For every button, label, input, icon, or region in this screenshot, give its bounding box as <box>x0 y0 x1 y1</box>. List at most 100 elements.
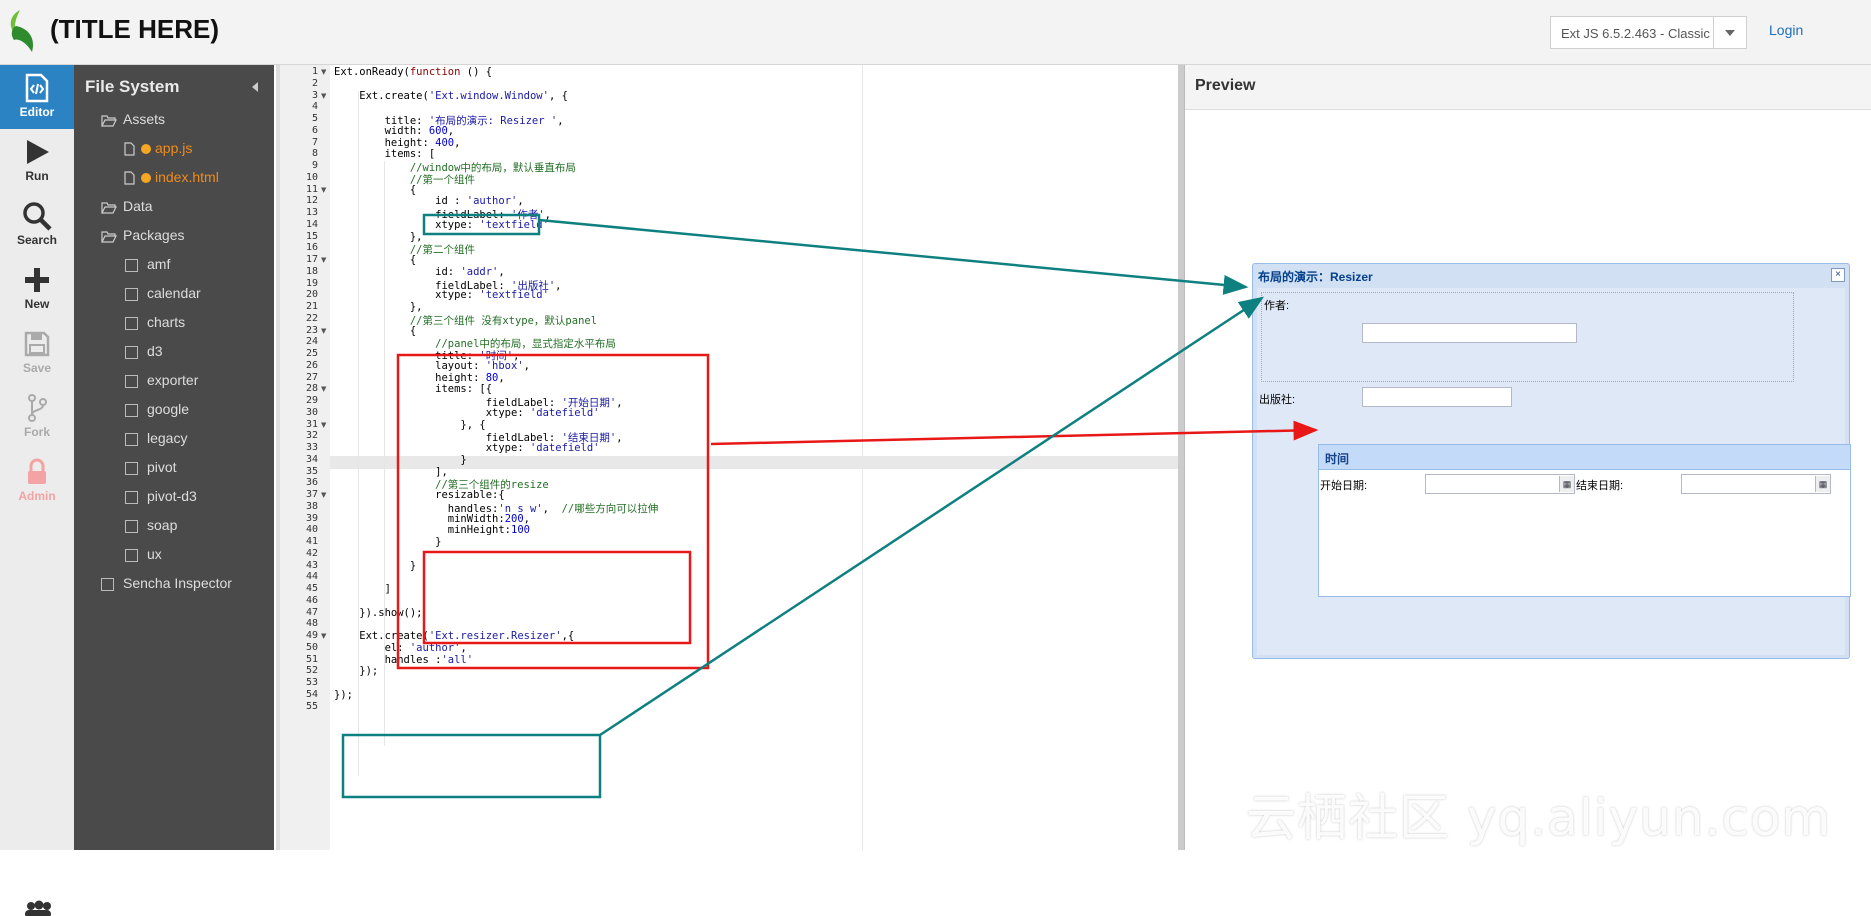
package-item[interactable]: legacy <box>125 430 187 452</box>
fold-toggle-icon[interactable]: ▼ <box>321 92 326 100</box>
code-line: layout: 'hbox', <box>334 359 530 372</box>
tree-file-index-html[interactable]: index.html <box>124 169 219 191</box>
checkbox[interactable] <box>125 461 138 475</box>
publisher-input[interactable] <box>1362 387 1512 407</box>
line-number: 20 <box>305 289 318 301</box>
package-item[interactable]: soap <box>125 517 177 539</box>
code-line: } <box>334 453 467 466</box>
folder-open-icon <box>101 115 117 127</box>
code-line: ] <box>334 583 391 595</box>
nav-admin-button[interactable]: Admin <box>0 449 74 513</box>
collapse-left-icon[interactable] <box>252 82 258 92</box>
line-number: 37 <box>305 489 318 500</box>
nav-run-button[interactable]: Run <box>0 129 74 193</box>
line-number: 35 <box>305 465 318 477</box>
nav-new-button[interactable]: New <box>0 257 74 321</box>
package-item[interactable]: exporter <box>125 372 198 394</box>
calendar-icon[interactable]: ▦ <box>1815 476 1830 492</box>
panel-title: 时间 <box>1325 452 1350 466</box>
fold-toggle-icon[interactable]: ▼ <box>321 68 326 76</box>
line-number: 1 <box>311 66 318 77</box>
fold-toggle-icon[interactable]: ▼ <box>321 385 326 393</box>
package-item[interactable]: charts <box>125 314 185 336</box>
panel-header: 时间 <box>1319 445 1850 470</box>
plus-icon <box>25 268 49 292</box>
code-line: ], <box>334 465 448 478</box>
version-select[interactable]: Ext JS 6.5.2.463 - Classic <box>1550 16 1747 49</box>
close-icon[interactable]: × <box>1831 268 1845 282</box>
tree-file-app-js[interactable]: app.js <box>124 140 192 162</box>
checkbox[interactable] <box>125 519 138 533</box>
checkbox[interactable] <box>125 490 138 504</box>
nav-save-button[interactable]: Save <box>0 321 74 385</box>
fold-toggle-icon[interactable]: ▼ <box>321 186 326 194</box>
package-item[interactable]: pivot-d3 <box>125 488 197 510</box>
ext-window[interactable]: 布局的演示：Resizer × 作者: 出版社: 时间 开始日期: ▦ 结束日期… <box>1252 263 1851 659</box>
code-editor[interactable]: 1 ▼ Ext.onReady(function () {2 3 ▼ Ext.creat… <box>276 65 1182 850</box>
end-date-input[interactable]: ▦ <box>1681 474 1831 494</box>
window-header[interactable]: 布局的演示：Resizer × <box>1253 264 1849 286</box>
nav-editor-button[interactable]: Editor <box>0 65 74 129</box>
package-item[interactable]: amf <box>125 256 170 278</box>
code-line: { <box>334 254 417 266</box>
package-item[interactable]: google <box>125 401 189 423</box>
calendar-icon[interactable]: ▦ <box>1559 476 1574 492</box>
line-number: 7 <box>311 136 318 148</box>
package-item[interactable]: d3 <box>125 343 163 365</box>
package-item[interactable]: calendar <box>125 285 201 307</box>
author-input[interactable] <box>1362 323 1577 343</box>
sencha-inspector-toggle[interactable]: Sencha Inspector <box>101 575 232 597</box>
checkbox[interactable] <box>125 287 138 301</box>
checkbox[interactable] <box>125 316 138 330</box>
code-line: handles :'all' <box>334 653 474 666</box>
chevron-down-icon[interactable] <box>1713 17 1746 48</box>
line-number: 12 <box>305 195 318 207</box>
code-line: Ext.onReady(function () { <box>334 66 493 78</box>
fold-toggle-icon[interactable]: ▼ <box>321 256 326 264</box>
checkbox[interactable] <box>101 577 114 591</box>
start-date-input[interactable]: ▦ <box>1425 474 1575 494</box>
file-system-title: File System <box>85 77 180 96</box>
search-icon <box>23 202 52 231</box>
nav-search-button[interactable]: Search <box>0 193 74 257</box>
line-number: 38 <box>305 500 318 512</box>
line-number: 50 <box>305 641 318 653</box>
line-number: 32 <box>305 430 318 442</box>
package-item[interactable]: ux <box>125 546 162 568</box>
fold-toggle-icon[interactable]: ▼ <box>321 421 326 429</box>
fold-toggle-icon[interactable]: ▼ <box>321 327 326 335</box>
login-link[interactable]: Login <box>1769 22 1803 38</box>
code-line: minWidth:200, <box>334 512 530 525</box>
package-item[interactable]: pivot <box>125 459 177 481</box>
author-resizable-field[interactable]: 作者: <box>1261 292 1794 382</box>
end-date-label: 结束日期: <box>1576 480 1624 492</box>
print-margin <box>862 65 863 850</box>
tree-folder-data[interactable]: Data <box>101 198 153 220</box>
fold-toggle-icon[interactable]: ▼ <box>321 632 326 640</box>
nav-fork-button[interactable]: Fork <box>0 385 74 449</box>
code-line: Ext.create('Ext.resizer.Resizer',{ <box>334 630 575 642</box>
line-number: 53 <box>305 677 318 688</box>
checkbox[interactable] <box>125 548 138 562</box>
line-number: 47 <box>305 606 318 618</box>
fork-icon <box>28 394 47 422</box>
users-icon[interactable] <box>22 900 54 916</box>
modified-dot-icon <box>141 173 151 184</box>
publisher-label: 出版社: <box>1259 394 1296 406</box>
file-icon <box>124 171 135 185</box>
fold-toggle-icon[interactable]: ▼ <box>321 491 326 499</box>
tree-label: Packages <box>123 227 185 243</box>
checkbox[interactable] <box>125 403 138 417</box>
tree-folder-packages[interactable]: Packages <box>101 227 184 249</box>
checkbox[interactable] <box>125 432 138 446</box>
lock-icon <box>28 458 46 484</box>
sencha-logo-icon <box>10 10 34 52</box>
checkbox[interactable] <box>125 345 138 359</box>
checkbox[interactable] <box>125 258 138 272</box>
checkbox[interactable] <box>125 374 138 388</box>
line-number: 42 <box>305 547 318 559</box>
line-number: 6 <box>311 124 318 136</box>
line-number: 9 <box>311 160 318 171</box>
tree-folder-assets[interactable]: Assets <box>101 111 165 133</box>
tree-label: d3 <box>147 343 163 359</box>
